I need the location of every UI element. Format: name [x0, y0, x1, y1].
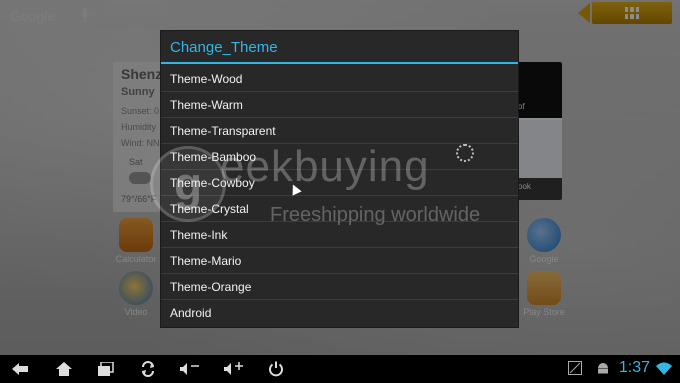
status-clock: 1:37	[618, 359, 650, 376]
wifi-icon	[656, 361, 672, 375]
power-icon[interactable]	[266, 359, 286, 379]
home-icon[interactable]	[54, 359, 74, 379]
theme-option[interactable]: Theme-Wood	[161, 66, 518, 92]
back-icon[interactable]	[10, 359, 30, 379]
theme-option[interactable]: Theme-Warm	[161, 92, 518, 118]
android-icon	[596, 361, 610, 375]
theme-option[interactable]: Android	[161, 300, 518, 326]
change-theme-dialog: Change_Theme Theme-Wood Theme-Warm Theme…	[161, 31, 518, 327]
volume-up-icon[interactable]	[224, 359, 244, 379]
loading-spinner-icon	[456, 144, 474, 162]
dialog-title: Change_Theme	[161, 31, 518, 64]
theme-option[interactable]: Theme-Transparent	[161, 118, 518, 144]
rotate-icon[interactable]	[138, 359, 158, 379]
theme-option[interactable]: Theme-Cowboy	[161, 170, 518, 196]
system-navigation-bar: 1:37	[0, 355, 680, 383]
recent-apps-icon[interactable]	[96, 359, 116, 379]
volume-down-icon[interactable]	[180, 359, 200, 379]
theme-option[interactable]: Theme-Ink	[161, 222, 518, 248]
theme-option[interactable]: Theme-Mario	[161, 248, 518, 274]
theme-option[interactable]: Theme-Orange	[161, 274, 518, 300]
theme-option-list: Theme-Wood Theme-Warm Theme-Transparent …	[161, 66, 518, 326]
screenshot-icon	[568, 361, 582, 375]
theme-option[interactable]: Theme-Crystal	[161, 196, 518, 222]
